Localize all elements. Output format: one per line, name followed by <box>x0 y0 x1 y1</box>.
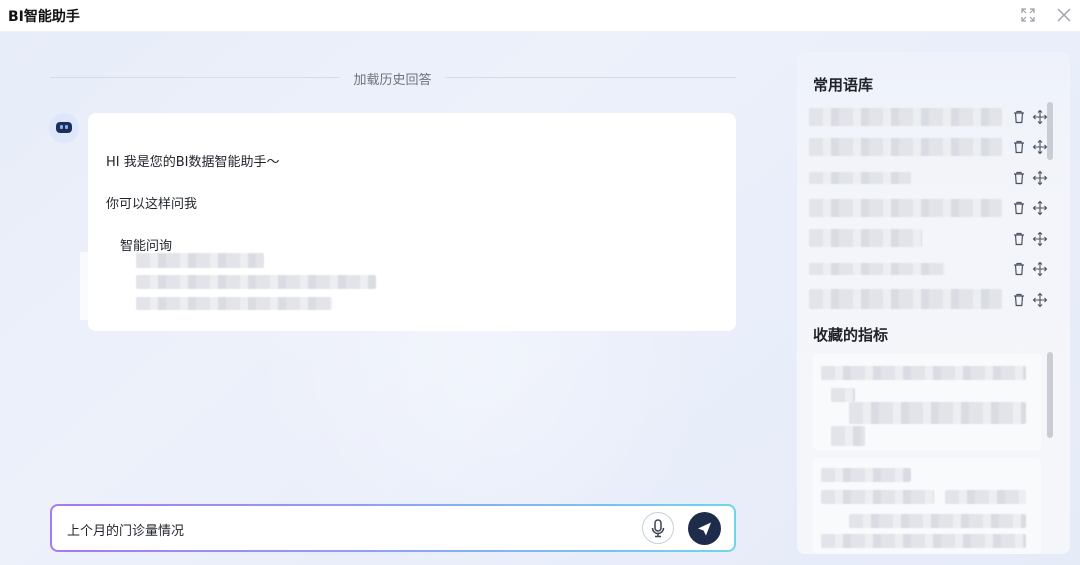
phrase-text <box>809 263 945 275</box>
app-title: BI智能助手 <box>8 9 80 25</box>
drag-move-icon[interactable] <box>1032 139 1048 155</box>
chat-input-inner <box>52 506 734 550</box>
robot-icon <box>56 122 72 133</box>
trash-icon[interactable] <box>1011 231 1027 247</box>
microphone-button[interactable] <box>642 512 674 544</box>
trash-icon[interactable] <box>1011 292 1027 308</box>
trash-icon[interactable] <box>1011 200 1027 216</box>
favorite-metric-text <box>831 388 855 402</box>
microphone-icon <box>651 519 665 538</box>
bot-message-bubble: HI 我是您的BI数据智能助手～ 你可以这样问我 智能问询 <box>88 113 736 331</box>
favorites-scrollbar[interactable] <box>1047 352 1053 438</box>
phrase-item[interactable] <box>809 136 1057 160</box>
favorite-metric-text <box>849 402 1026 424</box>
favorite-metric-text <box>849 514 1026 528</box>
phrase-item[interactable] <box>809 258 1057 282</box>
chat-input-container <box>50 504 736 552</box>
phrase-item[interactable] <box>809 106 1057 130</box>
drag-move-icon[interactable] <box>1032 170 1048 186</box>
phrase-item[interactable] <box>809 197 1057 221</box>
example-question-3[interactable] <box>136 297 332 310</box>
phrase-item[interactable] <box>809 228 1057 252</box>
favorite-metric-card[interactable] <box>813 458 1041 554</box>
phrase-text <box>809 172 911 184</box>
history-divider-right <box>445 77 736 78</box>
side-panel: 常用语库 收藏的指标 <box>797 52 1070 554</box>
close-icon[interactable] <box>1054 5 1074 25</box>
favorite-metric-text <box>945 490 1026 504</box>
chat-input[interactable] <box>67 519 627 539</box>
favorite-metric-card[interactable] <box>813 354 1041 450</box>
greeting-text: HI 我是您的BI数据智能助手～ <box>106 155 280 170</box>
phrase-text <box>809 289 1002 309</box>
trash-icon[interactable] <box>1011 261 1027 277</box>
example-question-2[interactable] <box>136 275 376 289</box>
phrase-item[interactable] <box>809 289 1057 313</box>
favorite-metric-text <box>821 534 1026 548</box>
phrase-text <box>809 138 1002 156</box>
trash-icon[interactable] <box>1011 170 1027 186</box>
bot-avatar <box>49 113 79 143</box>
send-button[interactable] <box>688 512 721 545</box>
drag-move-icon[interactable] <box>1032 200 1048 216</box>
phrases-scrollbar[interactable] <box>1047 102 1053 160</box>
category-label: 智能问询 <box>120 239 173 254</box>
trash-icon[interactable] <box>1011 109 1027 125</box>
favorite-metric-text <box>831 426 865 446</box>
drag-move-icon[interactable] <box>1032 292 1048 308</box>
prompt-intro-text: 你可以这样问我 <box>106 197 198 212</box>
example-question-1[interactable] <box>136 253 264 268</box>
phrases-title: 常用语库 <box>813 76 874 94</box>
phrase-text <box>809 229 922 247</box>
phrase-item[interactable] <box>809 167 1057 191</box>
trash-icon[interactable] <box>1011 139 1027 155</box>
load-history-link[interactable]: 加载历史回答 <box>340 69 445 88</box>
favorite-metric-text <box>821 366 1026 380</box>
favorites-title: 收藏的指标 <box>813 326 889 344</box>
phrase-text <box>809 199 1002 217</box>
favorite-metric-text <box>821 490 934 504</box>
history-divider-left <box>50 77 340 78</box>
drag-move-icon[interactable] <box>1032 261 1048 277</box>
phrase-text <box>809 108 1002 126</box>
drag-move-icon[interactable] <box>1032 109 1048 125</box>
drag-move-icon[interactable] <box>1032 231 1048 247</box>
favorite-metric-text <box>821 468 911 482</box>
send-icon <box>698 522 711 536</box>
expand-icon[interactable] <box>1018 5 1038 25</box>
title-bar: BI智能助手 <box>0 0 1080 32</box>
